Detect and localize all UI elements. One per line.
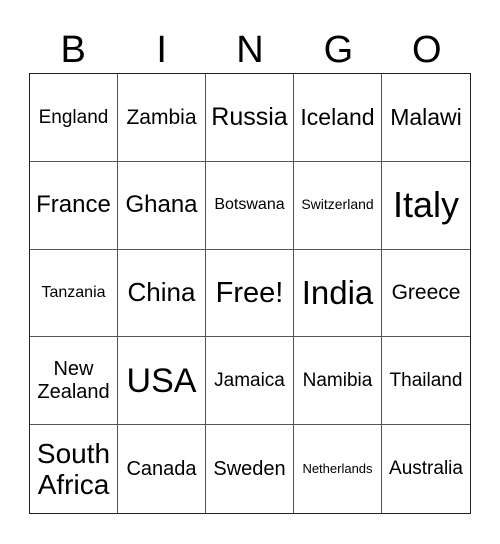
header-letter-i: I [156,29,167,71]
header-letter-g: G [323,29,354,71]
header-letter-n: N [236,29,264,71]
bingo-cell[interactable]: France [30,161,118,250]
bingo-cell[interactable]: South Africa [30,425,118,513]
bingo-cell[interactable]: Malawi [382,74,470,162]
bingo-cell[interactable]: Italy [382,162,470,250]
bingo-header: B I N G O [29,28,471,72]
header-letter-o: O [412,29,442,71]
bingo-cell[interactable]: Namibia [294,337,382,426]
bingo-cell[interactable]: Jamaica [206,337,294,426]
bingo-cell[interactable]: India [294,249,382,338]
bingo-cell[interactable]: Thailand [382,337,470,426]
bingo-cell[interactable]: Switzerland [294,161,382,250]
header-letter-b: B [60,29,86,71]
bingo-grid: England Zambia Russia Iceland Malawi France Gh… [29,73,471,514]
bingo-cell[interactable]: Ghana [118,161,206,250]
free-space-cell[interactable]: Free! [206,249,294,338]
bingo-cell[interactable]: Greece [382,250,470,338]
bingo-cell[interactable]: China [118,249,206,338]
bingo-cell[interactable]: Botswana [206,161,294,250]
bingo-cell[interactable]: Australia [382,425,470,513]
bingo-cell[interactable]: England [30,74,118,162]
bingo-cell[interactable]: New Zealand [30,337,118,426]
bingo-cell[interactable]: Tanzania [30,249,118,338]
bingo-cell[interactable]: Zambia [118,74,206,162]
bingo-cell[interactable]: USA [118,337,206,426]
bingo-cell[interactable]: Iceland [294,74,382,162]
bingo-cell[interactable]: Canada [118,425,206,513]
bingo-cell[interactable]: Sweden [206,425,294,513]
bingo-cell[interactable]: Russia [206,74,294,162]
bingo-cell[interactable]: Netherlands [294,425,382,513]
